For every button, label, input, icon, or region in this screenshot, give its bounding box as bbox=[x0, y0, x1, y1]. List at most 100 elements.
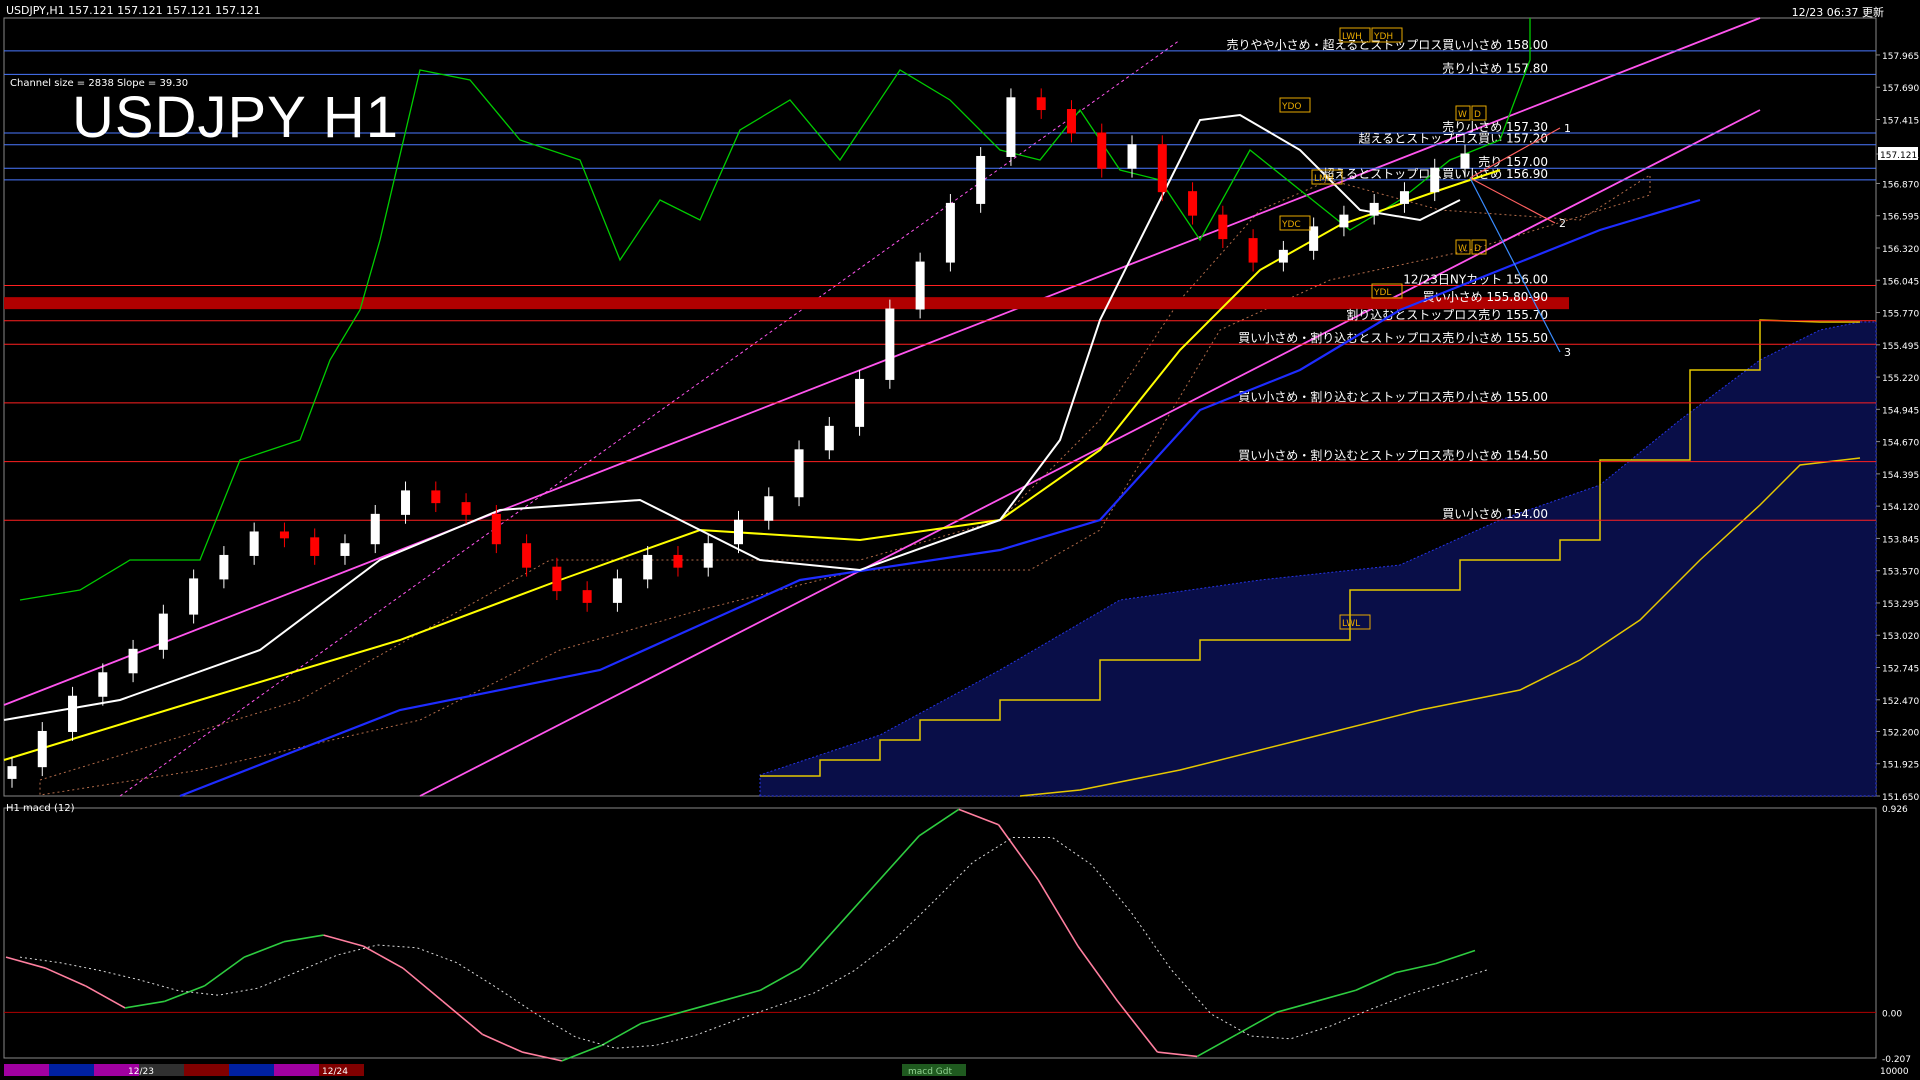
date-tab-segment bbox=[274, 1064, 319, 1076]
macd-tick-label: 0.00 bbox=[1882, 1009, 1902, 1019]
candle-body bbox=[643, 554, 653, 580]
level-label: 買い小さめ・割り込むとストップロス売り小さめ 155.50 bbox=[1238, 330, 1548, 345]
candle-body bbox=[431, 490, 441, 504]
price-tick-label: 157.965 bbox=[1882, 52, 1919, 62]
candle-body bbox=[582, 590, 592, 603]
price-tick-label: 153.295 bbox=[1882, 600, 1919, 610]
price-tick-label: 156.045 bbox=[1882, 277, 1919, 287]
marker-label: YDH bbox=[1373, 32, 1393, 42]
date-tab-label: 12/24 bbox=[322, 1067, 348, 1077]
candle-body bbox=[279, 531, 289, 539]
level-band bbox=[4, 297, 1569, 310]
candle-body bbox=[491, 513, 501, 545]
candle-body bbox=[189, 578, 199, 615]
macd-panel-frame bbox=[3, 807, 1877, 1059]
price-tick-label: 156.320 bbox=[1882, 245, 1919, 255]
price-tick-label: 152.200 bbox=[1882, 728, 1919, 738]
candle-body bbox=[310, 537, 320, 556]
level-label: 割り込むとストップロス売り 155.70 bbox=[1346, 307, 1548, 322]
candle-body bbox=[1188, 191, 1198, 216]
candle-body bbox=[249, 531, 259, 556]
candle-body bbox=[703, 543, 713, 568]
candle-body bbox=[1278, 249, 1288, 263]
current-price-label: 157.121 bbox=[1880, 151, 1917, 161]
candle-body bbox=[794, 449, 804, 498]
candle-body bbox=[1036, 97, 1046, 111]
candle-body bbox=[552, 566, 562, 592]
candle-body bbox=[68, 695, 78, 732]
candle-body bbox=[855, 378, 865, 427]
candle-body bbox=[885, 308, 895, 380]
date-tab-label: 12/23 bbox=[128, 1067, 154, 1077]
price-tick-label: 156.870 bbox=[1882, 180, 1919, 190]
candle-body bbox=[1399, 191, 1409, 204]
date-tab-segment bbox=[229, 1064, 274, 1076]
candle-body bbox=[461, 502, 471, 515]
level-label: 買い小さめ・割り込むとストップロス売り小さめ 155.00 bbox=[1238, 389, 1548, 404]
big-symbol-title: USDJPY H1 bbox=[72, 85, 400, 150]
candle-body bbox=[7, 766, 17, 779]
price-tick-label: 157.690 bbox=[1882, 84, 1919, 94]
symbol-info: USDJPY,H1 157.121 157.121 157.121 157.12… bbox=[6, 4, 261, 17]
marker-label: YDL bbox=[1373, 288, 1391, 298]
candle-body bbox=[37, 730, 47, 768]
macd-tick-label: 0.926 bbox=[1882, 805, 1908, 815]
projection-label: 2 bbox=[1559, 217, 1566, 230]
candle-body bbox=[945, 202, 955, 263]
date-tab-segment bbox=[4, 1064, 49, 1076]
candle-body bbox=[824, 425, 834, 451]
level-label: 買い小さめ・割り込むとストップロス売り小さめ 154.50 bbox=[1238, 448, 1548, 463]
projection-label: 1 bbox=[1564, 122, 1571, 135]
candle-body bbox=[1127, 144, 1137, 169]
bottom-right-value: 10000 bbox=[1880, 1067, 1909, 1077]
candle-body bbox=[219, 554, 229, 580]
marker-label: YDC bbox=[1281, 220, 1301, 230]
candle-body bbox=[915, 261, 925, 310]
projection-label: 3 bbox=[1564, 346, 1571, 359]
candle-body bbox=[128, 648, 138, 674]
price-tick-label: 152.745 bbox=[1882, 665, 1919, 675]
candle-body bbox=[1369, 202, 1379, 216]
price-tick-label: 154.670 bbox=[1882, 439, 1919, 449]
candle-body bbox=[1339, 214, 1349, 228]
candle-body bbox=[340, 543, 350, 556]
marker-label: W bbox=[1458, 110, 1467, 120]
price-tick-label: 151.650 bbox=[1882, 793, 1919, 803]
marker-label: W bbox=[1458, 244, 1467, 254]
macd-tick-label: -0.207 bbox=[1882, 1055, 1911, 1065]
price-tick-label: 151.925 bbox=[1882, 761, 1919, 771]
price-tick-label: 155.495 bbox=[1882, 342, 1919, 352]
price-tick-label: 153.020 bbox=[1882, 632, 1919, 642]
candle-body bbox=[1430, 167, 1440, 193]
candle-body bbox=[976, 155, 986, 204]
date-tab-segment bbox=[49, 1064, 94, 1076]
chart-canvas: 157.965 157.690 157.415 157.121 156.870 156.5… bbox=[3, 17, 1919, 1077]
candle-body bbox=[1066, 109, 1076, 134]
marker-label: LMH bbox=[1314, 174, 1334, 184]
price-tick-label: 154.945 bbox=[1882, 406, 1919, 416]
candle-body bbox=[370, 513, 380, 545]
date-tab-segment bbox=[184, 1064, 229, 1076]
candle-body bbox=[158, 613, 168, 650]
level-label: 売り小さめ 157.80 bbox=[1442, 60, 1548, 75]
price-tick-label: 152.470 bbox=[1882, 697, 1919, 707]
candle-body bbox=[1460, 153, 1470, 169]
candle-body bbox=[764, 496, 774, 521]
candle-body bbox=[612, 578, 622, 603]
candle-body bbox=[1309, 226, 1319, 251]
marker-label: D bbox=[1474, 110, 1481, 120]
price-tick-label: 157.415 bbox=[1882, 117, 1919, 127]
macd-subpanel-label: H1 macd (12) bbox=[6, 803, 75, 814]
price-tick-label: 154.120 bbox=[1882, 503, 1919, 513]
candle-body bbox=[1006, 97, 1016, 157]
price-tick-label: 155.770 bbox=[1882, 310, 1919, 320]
marker-label: YDO bbox=[1281, 102, 1302, 112]
candle-body bbox=[1248, 238, 1258, 263]
candle-body bbox=[98, 672, 108, 697]
candle-body bbox=[1157, 144, 1167, 193]
level-label: 買い小さめ 154.00 bbox=[1442, 507, 1548, 521]
price-tick-label: 155.220 bbox=[1882, 374, 1919, 384]
candle-body bbox=[1097, 132, 1107, 169]
candle-body bbox=[1218, 214, 1228, 240]
clock-label: 12/23 06:37 更新 bbox=[1791, 6, 1884, 19]
